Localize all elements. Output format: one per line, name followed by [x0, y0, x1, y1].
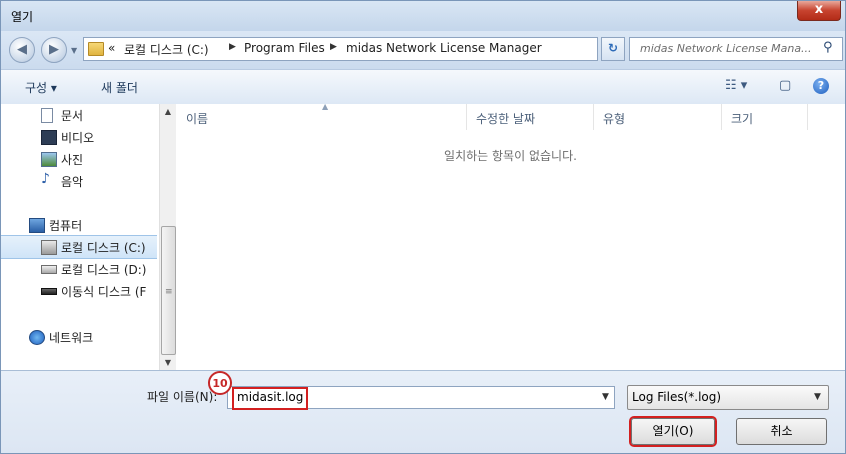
sidebar-item-local-disk-c[interactable]: 로컬 디스크 (C:) [1, 235, 157, 259]
sidebar-item-label: 컴퓨터 [49, 219, 83, 233]
sidebar-item-label: 문서 [61, 109, 84, 123]
sidebar-item-label: 로컬 디스크 (C:) [61, 241, 146, 255]
refresh-button[interactable]: ↻ [601, 37, 625, 61]
picture-icon [41, 152, 57, 167]
sidebar-item-label: 이동식 디스크 (F [61, 285, 147, 299]
computer-icon [29, 218, 45, 233]
breadcrumb-overflow[interactable]: « [108, 41, 115, 55]
empty-list-message: 일치하는 항목이 없습니다. [444, 149, 577, 163]
sidebar-item-network[interactable]: 네트워크 [1, 326, 157, 348]
column-header-label: 유형 [603, 112, 626, 126]
sort-ascending-icon: ▲ [322, 102, 329, 111]
sidebar-item-removable-disk[interactable]: 이동식 디스크 (F [1, 280, 157, 302]
breadcrumb-program-files[interactable]: Program Files [244, 41, 325, 55]
filetype-select[interactable]: Log Files(*.log) ▼ [627, 385, 829, 410]
sidebar-item-label: 비디오 [61, 131, 95, 145]
dialog-footer: 파일 이름(N): midasit.log ▼ 10 Log Files(*.l… [1, 370, 845, 453]
filetype-dropdown-icon: ▼ [814, 392, 821, 402]
filename-input[interactable]: midasit.log ▼ [227, 386, 615, 410]
organize-button[interactable]: 구성 ▾ [25, 79, 57, 96]
column-header-type[interactable]: 유형 [593, 104, 722, 130]
folder-icon [88, 42, 104, 56]
filename-value[interactable]: midasit.log [232, 387, 309, 410]
filetype-value: Log Files(*.log) [632, 390, 722, 404]
breadcrumb-separator-icon[interactable]: ▶ [330, 42, 337, 52]
music-icon: ♪ [41, 171, 50, 187]
forward-button[interactable]: ▶ [41, 37, 67, 63]
scroll-down-icon[interactable]: ▼ [160, 358, 176, 367]
drive-icon [41, 240, 57, 255]
removable-drive-icon [41, 288, 57, 295]
navigation-pane: 문서 비디오 사진 ♪ 음악 컴퓨터 로컬 디스크 (C:) 로컬 디스크 (D… [1, 104, 159, 370]
sidebar-item-label: 사진 [61, 153, 84, 167]
column-header-size[interactable]: 크기 [721, 104, 808, 130]
column-header-label: 수정한 날짜 [476, 112, 536, 126]
preview-pane-icon[interactable]: ▢ [779, 78, 791, 93]
change-view-icon[interactable]: ☷ ▾ [725, 78, 747, 93]
search-icon[interactable]: ⚲ [823, 40, 833, 55]
scrollbar-thumb[interactable]: ≡ [161, 226, 176, 355]
cancel-button[interactable]: 취소 [736, 418, 827, 445]
sidebar-item-videos[interactable]: 비디오 [1, 126, 157, 148]
search-input[interactable]: midas Network License Mana... ⚲ [629, 37, 843, 61]
file-list[interactable]: 이름 ▲ 수정한 날짜 유형 크기 일치하는 항목이 없습니다. [176, 102, 845, 370]
content-area: 문서 비디오 사진 ♪ 음악 컴퓨터 로컬 디스크 (C:) 로컬 디스크 (D… [1, 102, 845, 370]
sidebar-item-label: 로컬 디스크 (D:) [61, 263, 147, 277]
breadcrumb-separator-icon[interactable]: ▶ [229, 42, 236, 52]
open-button[interactable]: 열기(O) [631, 418, 715, 445]
sidebar-item-documents[interactable]: 문서 [1, 104, 157, 126]
back-button[interactable]: ◀ [9, 37, 35, 63]
column-header-name[interactable]: 이름 ▲ [176, 102, 467, 130]
search-placeholder: midas Network License Mana... [640, 42, 812, 55]
address-bar[interactable]: « 로컬 디스크 (C:) ▶ Program Files ▶ midas Ne… [83, 37, 667, 61]
recent-pages-dropdown[interactable]: ▼ [71, 46, 77, 55]
column-header-label: 이름 [186, 112, 209, 126]
breadcrumb-local-disk-c[interactable]: 로컬 디스크 (C:) [124, 41, 209, 58]
network-icon [29, 330, 45, 345]
open-file-dialog: 열기 x ◀ ▶ ▼ « 로컬 디스크 (C:) ▶ Program Files… [0, 0, 846, 454]
window-title: 열기 [11, 10, 34, 24]
step-number-badge: 10 [208, 371, 232, 395]
drive-icon [41, 265, 57, 274]
filename-dropdown-icon[interactable]: ▼ [602, 392, 609, 402]
sidebar-item-computer[interactable]: 컴퓨터 [1, 214, 157, 236]
sidebar-item-local-disk-d[interactable]: 로컬 디스크 (D:) [1, 258, 157, 280]
title-bar: 열기 x [1, 1, 845, 31]
column-header-label: 크기 [731, 112, 754, 126]
navigation-pane-scrollbar[interactable]: ▲ ≡ ▼ [159, 104, 176, 370]
close-button[interactable]: x [797, 1, 841, 21]
sidebar-item-label: 네트워크 [49, 331, 94, 345]
sidebar-item-music[interactable]: ♪ 음악 [1, 170, 157, 192]
new-folder-button[interactable]: 새 폴더 [101, 79, 138, 96]
column-header-date-modified[interactable]: 수정한 날짜 [466, 104, 594, 130]
sidebar-item-label: 음악 [61, 175, 84, 189]
command-bar: 구성 ▾ 새 폴더 ☷ ▾ ▢ ? [1, 69, 845, 105]
video-icon [41, 130, 57, 145]
filename-label: 파일 이름(N): [147, 390, 218, 404]
sidebar-item-pictures[interactable]: 사진 [1, 148, 157, 170]
document-icon [41, 108, 53, 123]
breadcrumb-midas-network-license-manager[interactable]: midas Network License Manager [346, 41, 542, 55]
grip-icon: ≡ [165, 287, 173, 297]
scroll-up-icon[interactable]: ▲ [160, 107, 176, 116]
help-icon[interactable]: ? [813, 78, 829, 94]
